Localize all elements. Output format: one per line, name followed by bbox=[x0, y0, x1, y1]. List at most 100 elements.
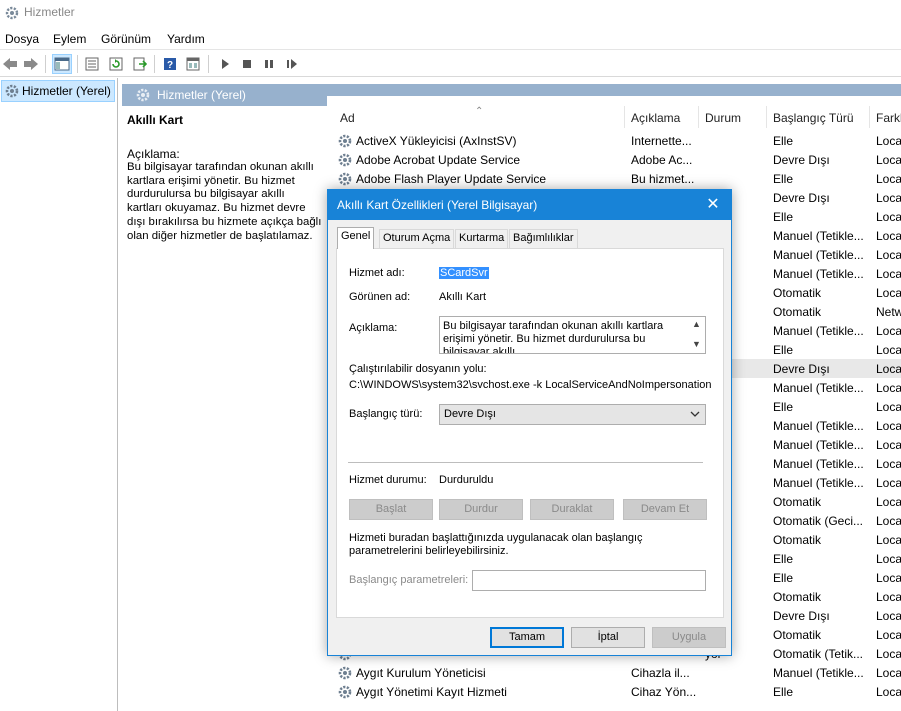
service-name-value[interactable]: SCardSvr bbox=[439, 267, 489, 279]
cell-farkli: Loca bbox=[876, 343, 901, 357]
menu-gorunum[interactable]: Görünüm bbox=[101, 32, 151, 46]
tab-kurtarma[interactable]: Kurtarma bbox=[455, 229, 509, 248]
chevron-down-icon bbox=[690, 411, 700, 417]
tree-node-services-local[interactable]: Hizmetler (Yerel) bbox=[1, 80, 115, 102]
window-titlebar: Hizmetler bbox=[0, 0, 901, 28]
cell-baslangic-turu: Otomatik (Geci... bbox=[773, 514, 864, 528]
cell-aciklama: Adobe Ac... bbox=[631, 153, 693, 167]
cell-aciklama: Bu hizmet... bbox=[631, 172, 695, 186]
export-icon[interactable] bbox=[130, 54, 150, 74]
cell-farkli: Loca bbox=[876, 514, 901, 528]
cell-farkli: Loca bbox=[876, 647, 901, 661]
forward-icon[interactable] bbox=[21, 54, 41, 74]
cell-ad: Aygıt Yönetimi Kayıt Hizmeti bbox=[356, 685, 507, 699]
help-icon[interactable]: ? bbox=[160, 54, 180, 74]
menu-dosya[interactable]: Dosya bbox=[5, 32, 39, 46]
cell-aciklama: Internette... bbox=[631, 134, 692, 148]
menu-yardim[interactable]: Yardım bbox=[167, 32, 205, 46]
cell-baslangic-turu: Elle bbox=[773, 172, 794, 186]
start-button[interactable]: Başlat bbox=[349, 499, 433, 520]
view-icon[interactable] bbox=[183, 54, 203, 74]
cell-farkli: Loca bbox=[876, 571, 901, 585]
tab-oturum-acma[interactable]: Oturum Açma bbox=[379, 229, 455, 248]
table-row[interactable]: Adobe Flash Player Update Service Bu hizm… bbox=[327, 169, 901, 188]
pause-icon[interactable] bbox=[259, 54, 279, 74]
cancel-button[interactable]: İptal bbox=[571, 627, 645, 648]
column-header-baslangic-turu[interactable]: Başlangıç Türü bbox=[773, 111, 854, 125]
restart-icon[interactable] bbox=[282, 54, 302, 74]
cell-baslangic-turu: Otomatik bbox=[773, 590, 822, 604]
cell-farkli: Loca bbox=[876, 134, 901, 148]
column-header-aciklama[interactable]: Açıklama bbox=[631, 111, 680, 125]
cell-farkli: Loca bbox=[876, 438, 901, 452]
resume-button[interactable]: Devam Et bbox=[623, 499, 707, 520]
service-name-selected-text: SCardSvr bbox=[439, 267, 489, 279]
cell-baslangic-turu: Elle bbox=[773, 134, 794, 148]
tab-panel-genel: Hizmet adı: SCardSvr Görünen ad: Akıllı … bbox=[336, 248, 724, 618]
description-scrollbar[interactable]: ▲ ▼ bbox=[688, 317, 705, 353]
description-label: Açıklama: bbox=[349, 322, 398, 334]
cell-aciklama: Cihazla il... bbox=[631, 666, 690, 680]
pause-button[interactable]: Duraklat bbox=[530, 499, 614, 520]
table-row[interactable]: Aygıt Yönetimi Kayıt Hizmeti Cihaz Yön...… bbox=[327, 682, 901, 701]
cell-baslangic-turu: Elle bbox=[773, 400, 794, 414]
cell-aciklama: Cihaz Yön... bbox=[631, 685, 697, 699]
cell-farkli: Loca bbox=[876, 381, 901, 395]
scroll-up-icon[interactable]: ▲ bbox=[692, 318, 701, 331]
service-status-value: Durduruldu bbox=[439, 474, 494, 486]
display-name-value[interactable]: Akıllı Kart bbox=[439, 291, 486, 303]
ok-button[interactable]: Tamam bbox=[490, 627, 564, 648]
sort-ascending-icon: ⌃ bbox=[475, 106, 484, 117]
properties-dialog: Akıllı Kart Özellikleri (Yerel Bilgisaya… bbox=[327, 189, 732, 656]
cell-baslangic-turu: Elle bbox=[773, 685, 794, 699]
column-header-ad[interactable]: Ad bbox=[340, 111, 355, 125]
close-icon[interactable]: ✕ bbox=[703, 195, 723, 215]
cell-farkli: Loca bbox=[876, 191, 901, 205]
table-row[interactable]: Adobe Acrobat Update Service Adobe Ac... D… bbox=[327, 150, 901, 169]
gear-icon bbox=[338, 153, 352, 167]
column-header-farkli[interactable]: Farklı bbox=[876, 111, 901, 125]
play-icon[interactable] bbox=[215, 54, 235, 74]
apply-button[interactable]: Uygula bbox=[652, 627, 726, 648]
gear-icon bbox=[338, 134, 352, 148]
cell-farkli: Loca bbox=[876, 172, 901, 186]
table-row[interactable]: Aygıt Kurulum Yöneticisi Cihazla il... Man… bbox=[327, 663, 901, 682]
cell-baslangic-turu: Otomatik bbox=[773, 628, 822, 642]
stop-icon[interactable] bbox=[237, 54, 257, 74]
cell-farkli: Loca bbox=[876, 533, 901, 547]
start-params-input[interactable] bbox=[472, 570, 706, 591]
stop-button[interactable]: Durdur bbox=[439, 499, 523, 520]
refresh-icon[interactable] bbox=[106, 54, 126, 74]
column-header-durum[interactable]: Durum bbox=[705, 111, 741, 125]
cell-baslangic-turu: Manuel (Tetikle... bbox=[773, 476, 864, 490]
cell-farkli: Loca bbox=[876, 419, 901, 433]
cell-farkli: Loca bbox=[876, 210, 901, 224]
properties-icon[interactable] bbox=[82, 54, 102, 74]
pane-header-title: Hizmetler (Yerel) bbox=[157, 88, 246, 102]
tree-node-label: Hizmetler (Yerel) bbox=[22, 84, 111, 98]
cell-baslangic-turu: Manuel (Tetikle... bbox=[773, 229, 864, 243]
cell-farkli: Loca bbox=[876, 286, 901, 300]
cell-farkli: Loca bbox=[876, 400, 901, 414]
startup-type-value: Devre Dışı bbox=[444, 408, 496, 420]
cell-baslangic-turu: Devre Dışı bbox=[773, 609, 830, 623]
dialog-title: Akıllı Kart Özellikleri (Yerel Bilgisaya… bbox=[337, 198, 538, 212]
description-textbox[interactable]: Bu bilgisayar tarafından okunan akıllı k… bbox=[439, 316, 706, 354]
tab-genel[interactable]: Genel bbox=[337, 227, 375, 249]
table-row[interactable]: ActiveX Yükleyicisi (AxInstSV) Internette… bbox=[327, 131, 901, 150]
exe-path-value[interactable]: C:\WINDOWS\system32\svchost.exe -k Local… bbox=[349, 379, 712, 391]
cell-baslangic-turu: Devre Dışı bbox=[773, 191, 830, 205]
selected-service-title: Akıllı Kart bbox=[127, 113, 184, 127]
cell-ad: ActiveX Yükleyicisi (AxInstSV) bbox=[356, 134, 517, 148]
scroll-down-icon[interactable]: ▼ bbox=[692, 338, 701, 351]
show-hide-tree-icon[interactable] bbox=[52, 54, 72, 74]
toolbar: ? bbox=[0, 51, 901, 77]
startup-type-dropdown[interactable]: Devre Dışı bbox=[439, 404, 706, 425]
description-textbox-text: Bu bilgisayar tarafından okunan akıllı k… bbox=[443, 320, 664, 354]
back-icon[interactable] bbox=[0, 54, 20, 74]
start-params-label: Başlangıç parametreleri: bbox=[349, 574, 469, 586]
cell-farkli: Loca bbox=[876, 248, 901, 262]
tab-bagimliliklar[interactable]: Bağımlılıklar bbox=[509, 229, 578, 248]
cell-baslangic-turu: Elle bbox=[773, 343, 794, 357]
menu-eylem[interactable]: Eylem bbox=[53, 32, 86, 46]
